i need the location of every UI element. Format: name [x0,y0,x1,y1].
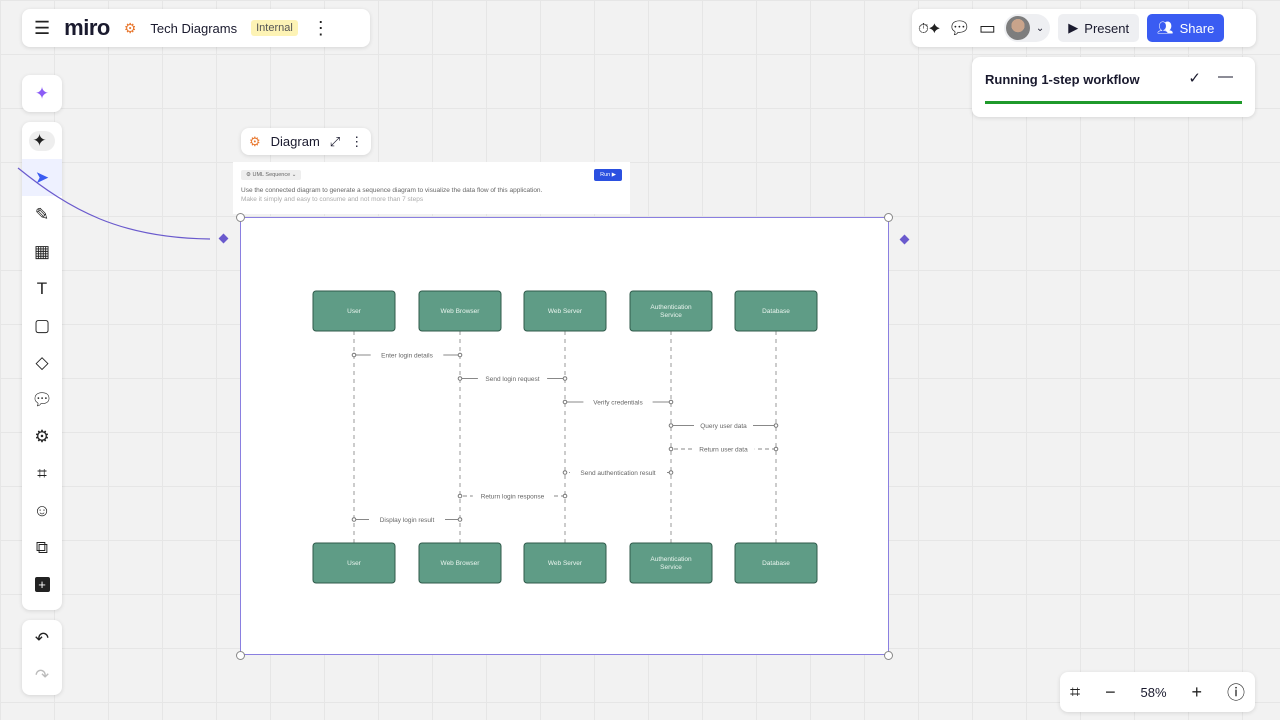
message-endpoint [668,423,674,428]
video-icon[interactable]: ▭ [979,18,996,39]
message-endpoint [457,517,463,522]
message-label: Send authentication result [580,470,655,477]
workflow-panel: Running 1-step workflow ✓ — [972,57,1255,117]
chat-icon[interactable]: 💬︎ [948,18,971,39]
prompt-text-2[interactable]: Make it simply and easy to consume and n… [241,196,622,203]
resize-handle[interactable] [236,651,245,660]
sequence-diagram-frame[interactable]: User User Web Browser Web Browser Web Server… [240,217,889,655]
zoom-controls: ⌗ − 58% + ⓘ [1060,672,1255,712]
message-endpoint [457,352,463,358]
help-icon[interactable]: ⓘ [1227,679,1245,705]
participant-label: Web Server [548,308,583,315]
message-endpoint [773,423,779,428]
avatar-menu[interactable]: ⌄ [1003,14,1051,42]
connector-line[interactable] [0,0,240,250]
run-button[interactable]: Run ▶ [594,169,622,181]
present-button[interactable]: ▶ Present [1058,14,1140,42]
comment-icon[interactable]: 💬︎ [22,381,62,418]
participant-label: Service [660,312,682,319]
zoom-out-icon[interactable]: − [1105,682,1116,703]
history-panel: ↶ ↷ [22,620,62,695]
play-icon: ▶ [1068,20,1079,35]
message-label: Return login response [481,493,545,500]
chevron-down-icon: ⌄ [1035,22,1045,34]
diagram-type-select[interactable]: ⚙ UML Sequence ⌄ [241,170,302,180]
add-icon[interactable]: + [22,566,62,603]
message-label: Enter login details [381,352,433,359]
zoom-in-icon[interactable]: + [1192,682,1203,703]
workflow-progress-fill [985,101,1242,104]
share-button[interactable]: 👥︎ Share [1147,14,1225,42]
participant-box [629,542,713,584]
participant-label: Web Browser [441,308,481,315]
participant-label: Database [762,308,790,315]
participant-label: Web Browser [441,560,481,567]
participant-label: Database [762,560,790,567]
resize-handle[interactable] [236,213,245,222]
resize-handle[interactable] [884,213,893,222]
message-endpoint [457,493,463,499]
avatar [1005,16,1030,40]
more-icon[interactable]: ⋮ [350,134,363,150]
participant-label: Service [660,564,682,571]
connector-anchor[interactable] [899,234,910,245]
more-icon[interactable]: ⋮ [312,18,330,39]
zoom-level[interactable]: 58% [1141,685,1167,700]
frame-icon[interactable]: ⌗ [22,455,62,492]
participant-label: User [347,560,362,567]
message-endpoint [773,446,779,452]
present-label: Present [1084,20,1130,36]
expand-icon[interactable]: ⤢ [330,134,340,150]
run-label: Run [600,172,611,178]
workflow-title: Running 1-step workflow [985,72,1140,87]
participant-label: Web Server [548,560,583,567]
reactions-icon[interactable]: ⏱✦ [918,20,940,37]
sequence-diagram: User User Web Browser Web Browser Web Server… [312,290,818,584]
diagram-label[interactable]: Diagram [271,134,320,149]
prompt-card: ⚙ UML Sequence ⌄ Run ▶ Use the connected… [233,162,630,214]
workflow-progress [985,101,1242,104]
message-endpoint [668,470,674,475]
message-label: Query user data [700,423,747,430]
sticky-note-icon[interactable]: ▢ [22,307,62,344]
share-label: Share [1179,20,1215,36]
undo-icon[interactable]: ↶ [22,620,62,657]
diagram-icon[interactable]: ⚙ [22,418,62,455]
message-label: Display login result [380,517,435,524]
prompt-text[interactable]: Use the connected diagram to generate a … [241,187,622,194]
screen-icon[interactable]: ⧉ [22,529,62,566]
message-endpoint [562,376,568,381]
message-endpoint [668,399,674,405]
minimize-icon[interactable]: — [1218,68,1233,85]
participant-label: User [347,308,362,315]
message-endpoint [351,517,357,522]
redo-icon[interactable]: ↷ [22,657,62,694]
message-endpoint [351,352,357,358]
message-endpoint [668,446,674,452]
check-icon[interactable]: ✓ [1188,69,1201,87]
message-label: Send login request [485,376,539,383]
diagram-context-toolbar: ⚙ Diagram ⤢ ⋮ [241,128,372,155]
collab-toolbar: ⏱✦ 💬︎ ▭ ⌄ ▶ Present 👥︎ Share [912,9,1256,47]
text-icon[interactable]: T [22,270,62,307]
resize-handle[interactable] [884,651,893,660]
message-endpoint [562,470,568,475]
users-icon: 👥︎ [1157,20,1174,35]
shapes-icon[interactable]: ◇ [22,344,62,381]
emoji-icon[interactable]: ☺ [22,492,62,529]
diagram-type-label: UML Sequence [252,172,291,178]
message-endpoint [562,399,568,405]
message-label: Return user data [699,446,748,453]
participant-label: Authentication [650,304,692,311]
message-label: Verify credentials [593,399,643,406]
fit-icon[interactable]: ⌗ [1070,682,1080,703]
participant-label: Authentication [650,556,692,563]
participant-box [629,290,713,332]
board-badge: Internal [251,20,298,36]
message-endpoint [562,493,568,499]
diagram-icon: ⚙ [249,133,261,149]
message-endpoint [457,376,463,381]
